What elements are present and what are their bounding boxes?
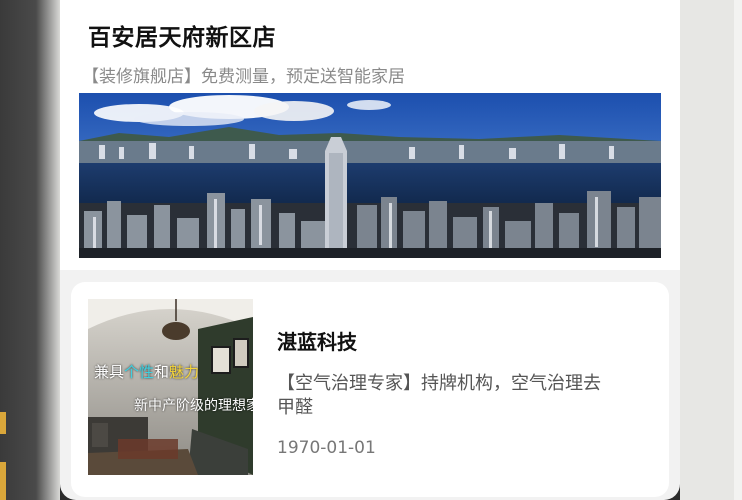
living-room-photo (88, 299, 253, 475)
service-list-item[interactable]: 兼具个性和魅力 新中产阶级的理想家 湛蓝科技 【空气治理专家】持牌机构，空气治理… (71, 282, 669, 497)
item-title: 湛蓝科技 (277, 330, 357, 354)
caption-accent-yellow: 魅力 (169, 363, 200, 381)
store-card[interactable]: 百安居天府新区店 【装修旗舰店】免费测量，预定送智能家居 (60, 0, 680, 270)
item-description: 【空气治理专家】持牌机构，空气治理去甲醛 (277, 373, 601, 418)
caption-text: 兼具 (94, 363, 125, 381)
store-subtitle: 【装修旗舰店】免费测量，预定送智能家居 (82, 67, 405, 87)
caption-accent-cyan: 个性 (124, 363, 155, 381)
store-banner-image[interactable] (79, 93, 661, 258)
desktop-right-edge (680, 0, 742, 500)
thumbnail-caption-line1: 兼具个性和魅力 (94, 361, 199, 382)
item-thumbnail[interactable]: 兼具个性和魅力 新中产阶级的理想家 (88, 299, 253, 475)
thumbnail-caption-line2: 新中产阶级的理想家 (134, 398, 253, 414)
desktop-left-edge (0, 0, 60, 500)
item-date: 1970-01-01 (277, 438, 376, 458)
left-edge-marker (0, 412, 6, 434)
left-edge-marker (0, 462, 6, 500)
right-edge-border (734, 0, 742, 500)
caption-text: 和 (154, 363, 170, 381)
phone-screen: 百安居天府新区店 【装修旗舰店】免费测量，预定送智能家居 兼具个性和魅力 新中产… (60, 0, 680, 500)
city-skyline-illustration (79, 93, 661, 258)
store-title: 百安居天府新区店 (88, 25, 276, 51)
